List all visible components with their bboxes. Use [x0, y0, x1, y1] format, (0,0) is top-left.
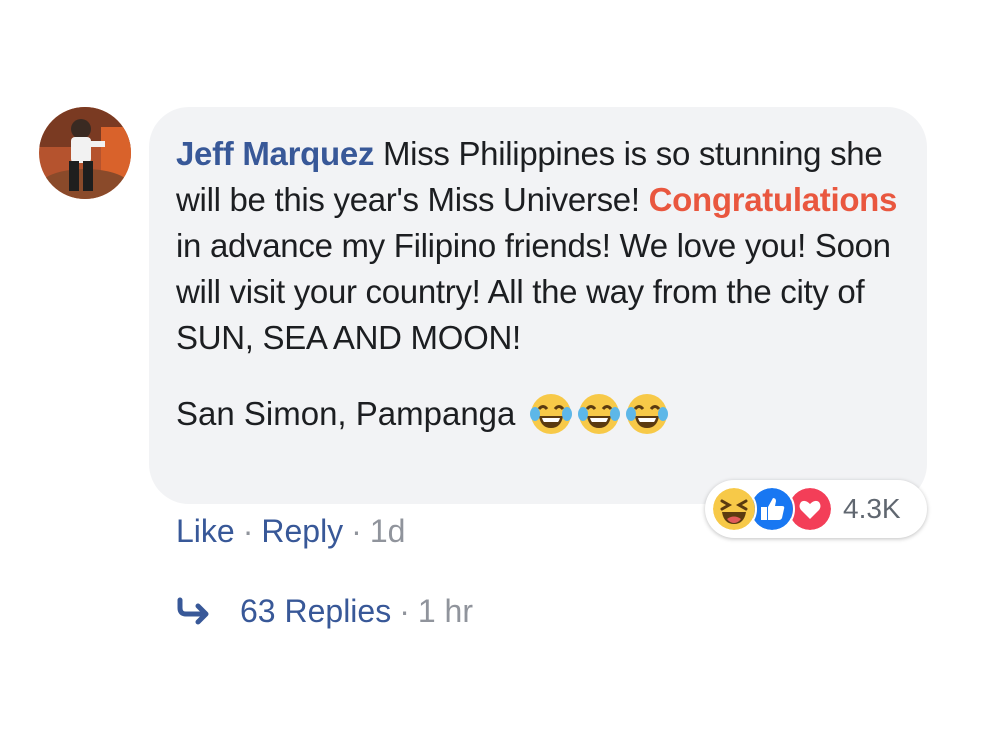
comment-actions: Like · Reply · 1d: [176, 510, 405, 552]
reaction-icons: [711, 484, 837, 534]
avatar[interactable]: [39, 107, 131, 199]
separator: ·: [242, 513, 254, 549]
comment-text: Jeff Marquez Miss Philippines is so stun…: [176, 131, 899, 361]
comment-bubble: Jeff Marquez Miss Philippines is so stun…: [149, 107, 927, 504]
view-replies[interactable]: 63 Replies · 1 hr: [176, 590, 473, 632]
author-name[interactable]: Jeff Marquez: [176, 135, 374, 172]
separator: ·: [399, 593, 410, 629]
tears-of-joy-icon: [578, 394, 621, 434]
replies-count-link[interactable]: 63 Replies: [240, 590, 391, 632]
like-button[interactable]: Like: [176, 513, 235, 549]
emoji-group: [529, 392, 669, 436]
replies-timestamp: 1 hr: [417, 593, 473, 629]
reply-button[interactable]: Reply: [261, 513, 343, 549]
location-text: San Simon, Pampanga: [176, 395, 516, 432]
haha-icon: [711, 486, 757, 532]
avatar-photo: [39, 107, 131, 199]
comment-body-part-2: in advance my Filipino friends! We love …: [176, 227, 891, 356]
reactions-summary[interactable]: 4.3K: [705, 480, 927, 538]
separator: ·: [351, 513, 362, 549]
tears-of-joy-icon: [530, 394, 573, 434]
tears-of-joy-icon: [626, 394, 669, 434]
comment-thread: Jeff Marquez Miss Philippines is so stun…: [0, 0, 1000, 750]
reaction-count: 4.3K: [843, 493, 901, 524]
reply-arrow-icon: [177, 597, 209, 625]
comment-timestamp[interactable]: 1d: [370, 513, 406, 549]
comment-location-line: San Simon, Pampanga: [176, 391, 899, 437]
highlighted-word: Congratulations: [648, 181, 898, 218]
